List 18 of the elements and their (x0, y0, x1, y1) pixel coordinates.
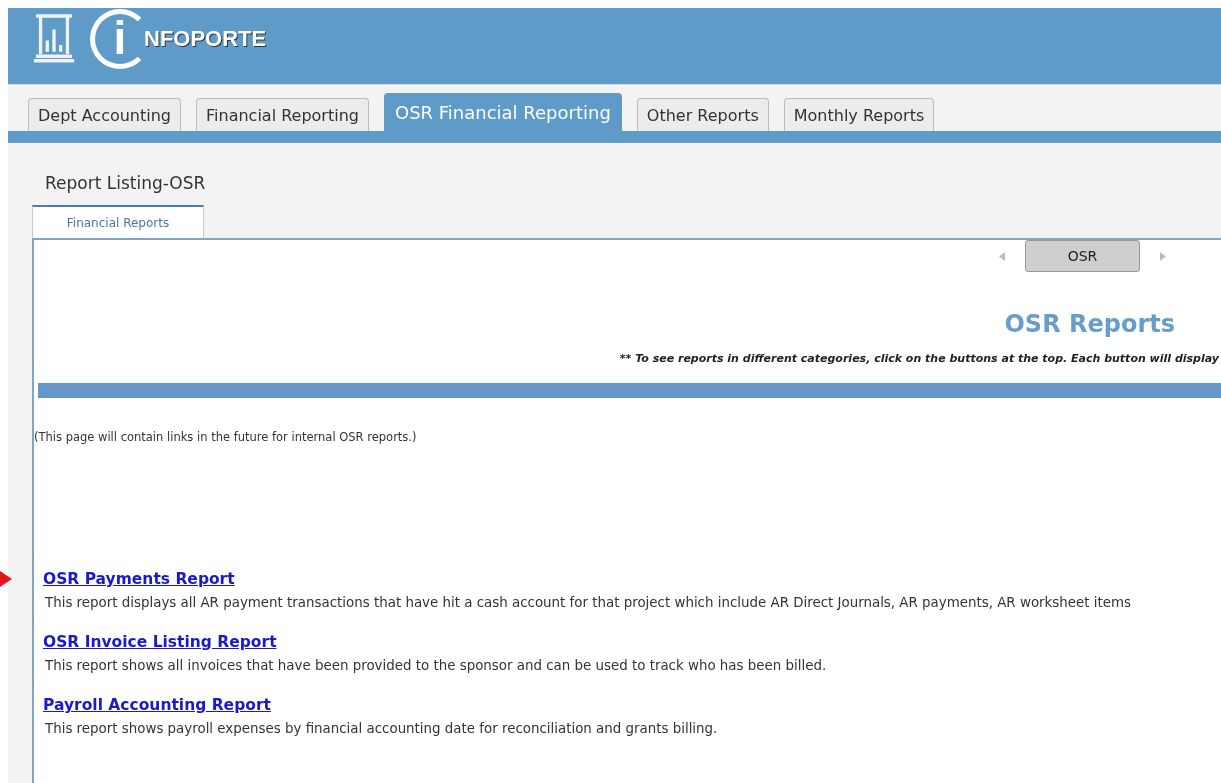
left-arrow-icon[interactable] (999, 251, 1005, 261)
report-tab[interactable]: Financial Reports (32, 205, 204, 238)
report-link[interactable]: OSR Payments Report (43, 570, 235, 588)
nav-tab[interactable]: Dept Accounting (28, 98, 182, 131)
report-link[interactable]: OSR Invoice Listing Report (43, 633, 277, 651)
page-title: Report Listing-OSR (45, 173, 207, 193)
report-description: This report shows payroll expenses by financial accounting date for reconciliation and grants billing. (45, 721, 719, 736)
category-button[interactable]: OSR (1025, 240, 1140, 272)
instruction-text: ** To see reports in different categories, click on the buttons at the top. Each button will display (618, 352, 1220, 365)
section-heading: OSR Reports (1004, 310, 1175, 338)
report-link[interactable]: Payroll Accounting Report (43, 696, 271, 714)
nav-tab[interactable]: Financial Reporting (196, 98, 369, 131)
report-description: This report displays all AR payment transactions that have hit a cash account for that project which include AR Direct Journals, AR payments, AR worksheet items (45, 595, 1132, 610)
report-description: This report shows all invoices that have been provided to the sponsor and can be used to track who has been billed. (45, 658, 828, 673)
nav-tab[interactable]: Monthly Reports (783, 98, 935, 131)
right-arrow-icon[interactable] (1160, 251, 1166, 261)
note-text: (This page will contain links in the future for internal OSR reports.) (34, 430, 418, 444)
nav-tab[interactable]: Other Reports (636, 98, 769, 131)
